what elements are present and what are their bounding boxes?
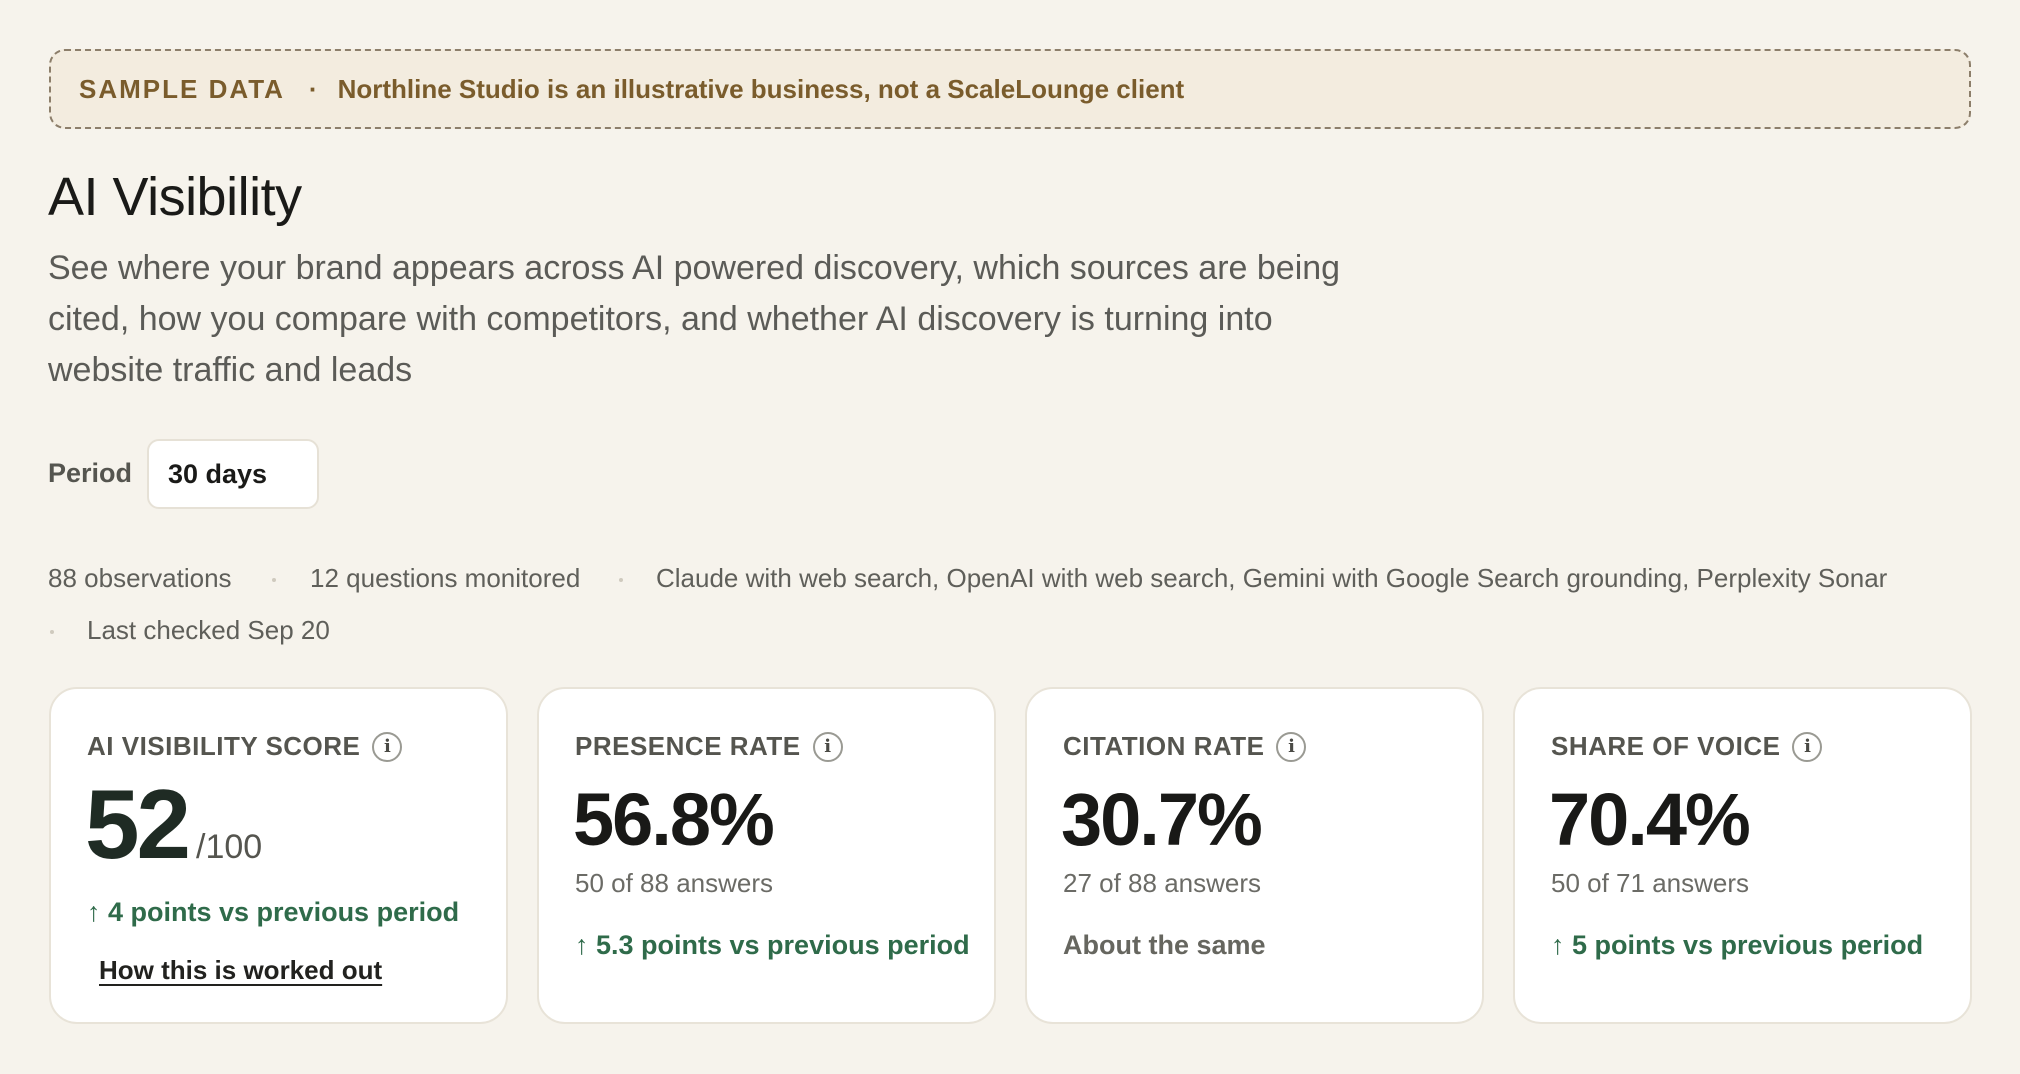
presence-rate-card: PRESENCE RATE i 56.8% 50 of 88 answers ↑… bbox=[537, 687, 996, 1024]
how-this-is-worked-out-link[interactable]: How this is worked out bbox=[99, 955, 382, 986]
score-max: /100 bbox=[196, 828, 263, 866]
card-label: SHARE OF VOICE bbox=[1551, 731, 1781, 761]
banner-tag: SAMPLE DATA bbox=[79, 73, 285, 104]
period-label: Period bbox=[48, 458, 133, 488]
meta-separator bbox=[619, 578, 623, 582]
share-of-voice-card: SHARE OF VOICE i 70.4% 50 of 71 answers … bbox=[1513, 687, 1972, 1024]
share-of-voice-delta: ↑ 5 points vs previous period bbox=[1551, 930, 1924, 960]
page-title: AI Visibility bbox=[48, 167, 302, 227]
sample-data-banner: SAMPLE DATA · Northline Studio is an ill… bbox=[49, 49, 1971, 129]
meta-separator bbox=[272, 578, 276, 582]
banner-message: Northline Studio is an illustrative busi… bbox=[337, 73, 1185, 104]
card-header: AI VISIBILITY SCORE i bbox=[87, 731, 403, 762]
page-subtitle: See where your brand appears across AI p… bbox=[48, 249, 1341, 389]
citation-rate-detail: 27 of 88 answers bbox=[1063, 868, 1262, 898]
info-icon[interactable]: i bbox=[372, 731, 403, 762]
score-delta: ↑ 4 points vs previous period bbox=[87, 897, 460, 927]
info-icon[interactable]: i bbox=[1276, 731, 1307, 762]
citation-rate-value: 30.7% bbox=[1061, 778, 1263, 861]
period-select[interactable]: 30 days bbox=[147, 439, 319, 509]
card-header: SHARE OF VOICE i bbox=[1551, 731, 1823, 762]
ai-visibility-score-card: AI VISIBILITY SCORE i 52 /100 ↑ 4 points… bbox=[49, 687, 508, 1024]
card-header: CITATION RATE i bbox=[1063, 731, 1307, 762]
banner-separator: · bbox=[308, 73, 318, 104]
score-number: 52 bbox=[85, 769, 191, 879]
presence-rate-value: 56.8% bbox=[573, 778, 775, 861]
citation-rate-card: CITATION RATE i 30.7% 27 of 88 answers A… bbox=[1025, 687, 1484, 1024]
observations-count: 88 observations bbox=[48, 563, 232, 593]
questions-monitored: 12 questions monitored bbox=[310, 563, 581, 593]
score-value: 52 /100 bbox=[85, 775, 262, 873]
info-icon[interactable]: i bbox=[812, 731, 843, 762]
citation-rate-delta: About the same bbox=[1063, 930, 1266, 960]
card-label: CITATION RATE bbox=[1063, 731, 1265, 761]
share-of-voice-value: 70.4% bbox=[1549, 778, 1751, 861]
card-label: AI VISIBILITY SCORE bbox=[87, 731, 361, 761]
card-label: PRESENCE RATE bbox=[575, 731, 801, 761]
presence-rate-delta: ↑ 5.3 points vs previous period bbox=[575, 930, 970, 960]
presence-rate-detail: 50 of 88 answers bbox=[575, 868, 774, 898]
last-checked: Last checked Sep 20 bbox=[87, 615, 330, 645]
info-icon[interactable]: i bbox=[1792, 731, 1823, 762]
ai-engines-list: Claude with web search, OpenAI with web … bbox=[656, 563, 1888, 593]
share-of-voice-detail: 50 of 71 answers bbox=[1551, 868, 1750, 898]
card-header: PRESENCE RATE i bbox=[575, 731, 843, 762]
meta-separator bbox=[50, 630, 54, 634]
